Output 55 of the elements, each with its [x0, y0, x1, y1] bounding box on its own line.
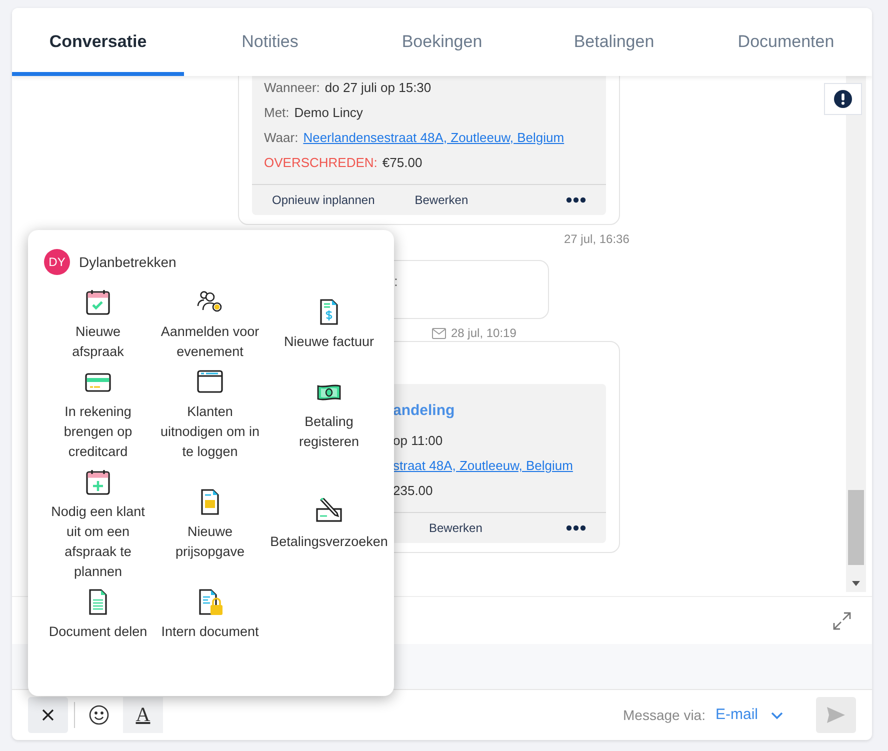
- browser-window-icon: [196, 368, 224, 396]
- action-item[interactable]: Intern document: [159, 588, 261, 642]
- action-link[interactable]: Bewerken: [429, 519, 482, 537]
- field-label: Waar:: [264, 128, 298, 147]
- calendar-plus-icon: [84, 468, 112, 496]
- channel-dropdown[interactable]: E-mail: [711, 704, 764, 726]
- chevron-down-icon[interactable]: [770, 710, 784, 720]
- action-item[interactable]: Nodig een klant uit om een afspraak te plannen: [46, 468, 150, 582]
- contact-name: Dylanbetrekken: [79, 252, 176, 272]
- address-link[interactable]: Neerlandensestraat 48A, Zoutleeuw, Belgium: [303, 128, 564, 148]
- timestamp: 28 jul, 10:19: [451, 325, 516, 342]
- field-label: Wanneer:: [264, 78, 320, 97]
- send-icon: [826, 706, 846, 724]
- field-value: op 11:00: [393, 432, 443, 450]
- envelope-icon: [432, 328, 446, 338]
- scrollbar-thumb[interactable]: [848, 490, 864, 565]
- document-lock-icon: [196, 588, 224, 616]
- action-item[interactable]: Nieuwe prijsopgave: [158, 488, 262, 562]
- tab[interactable]: Notities: [184, 8, 356, 76]
- format-text-button[interactable]: A: [123, 697, 163, 733]
- message-via-label: Message via:: [623, 706, 706, 725]
- more-icon[interactable]: [566, 525, 586, 531]
- tab[interactable]: Conversatie: [12, 8, 184, 76]
- tab[interactable]: Documenten: [700, 8, 872, 76]
- smiley-icon: [89, 705, 109, 725]
- field-value: do 27 juli op 15:30: [324, 78, 432, 97]
- action-item[interactable]: Nieuwe factuur: [282, 298, 376, 352]
- address-link[interactable]: straat 48A, Zoutleeuw, Belgium: [393, 456, 573, 476]
- tab[interactable]: Betalingen: [528, 8, 700, 76]
- action-item[interactable]: Document delen: [46, 588, 150, 642]
- message-text: :: [394, 273, 398, 289]
- field-value: 235.00: [393, 482, 433, 500]
- timestamp: 27 jul, 16:36: [564, 231, 630, 248]
- exclamation-circle-icon: [834, 90, 852, 108]
- avatar: DY: [44, 249, 70, 275]
- action-item[interactable]: Aanmelden voor evenement: [158, 288, 262, 362]
- field-value: Demo Lincy: [294, 104, 363, 122]
- tab[interactable]: Boekingen: [356, 8, 528, 76]
- field-label: Met:: [264, 104, 290, 122]
- action-link[interactable]: Bewerken: [414, 191, 468, 209]
- action-item[interactable]: Betalingsverzoeken: [268, 498, 390, 552]
- alert-button[interactable]: [824, 83, 862, 115]
- close-icon: [42, 709, 54, 721]
- calendar-check-icon: [84, 288, 112, 316]
- action-item[interactable]: Betaling registeren: [277, 378, 381, 452]
- action-link[interactable]: Opnieuw inplannen: [272, 191, 375, 209]
- action-item[interactable]: Klanten uitnodigen om in te loggen: [158, 368, 262, 462]
- close-button[interactable]: [28, 697, 68, 733]
- expand-icon[interactable]: [832, 610, 852, 630]
- scrollbar[interactable]: [846, 76, 866, 592]
- action-item[interactable]: Nieuwe afspraak: [46, 288, 150, 362]
- field-label: OVERSCHREDEN:: [264, 154, 378, 172]
- action-item[interactable]: In rekening brengen op creditcard: [46, 368, 150, 462]
- more-icon[interactable]: [566, 197, 586, 203]
- field-value: €75.00: [382, 154, 422, 172]
